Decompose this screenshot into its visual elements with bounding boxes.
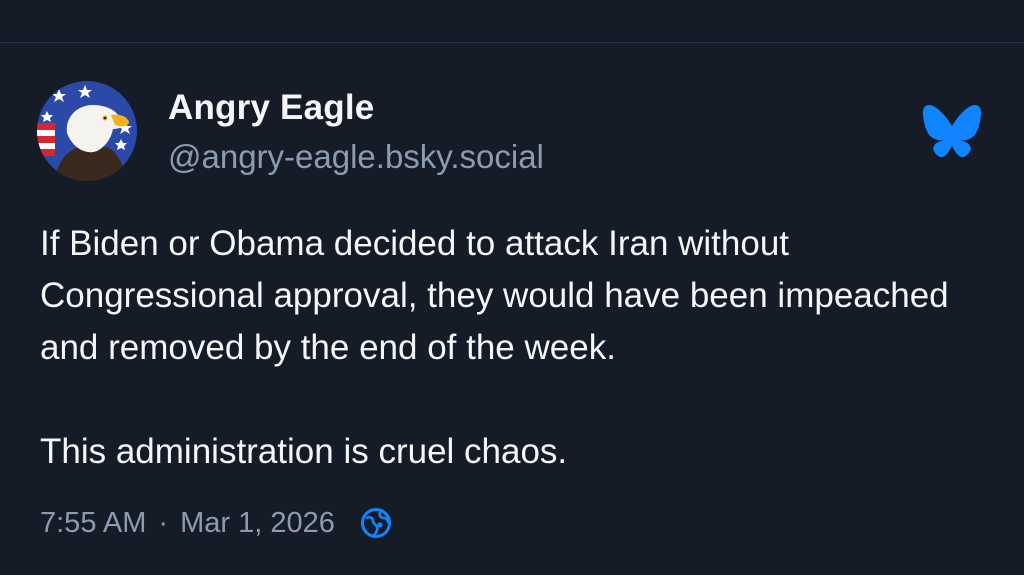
- post-time[interactable]: 7:55 AM: [40, 507, 146, 540]
- post-meta: 7:55 AM · Mar 1, 2026: [40, 503, 393, 543]
- post-text: If Biden or Obama decided to attack Iran…: [40, 224, 949, 471]
- bluesky-butterfly-icon: [922, 105, 982, 158]
- post-date[interactable]: Mar 1, 2026: [180, 507, 335, 540]
- author-display-name[interactable]: Angry Eagle: [168, 88, 374, 128]
- avatar[interactable]: [37, 81, 137, 181]
- meta-separator: ·: [158, 506, 169, 539]
- post-card[interactable]: Angry Eagle @angry-eagle.bsky.social If …: [0, 0, 1024, 575]
- globe-icon[interactable]: [359, 506, 393, 540]
- eagle-avatar-icon: [37, 81, 137, 181]
- author-handle[interactable]: @angry-eagle.bsky.social: [168, 138, 544, 176]
